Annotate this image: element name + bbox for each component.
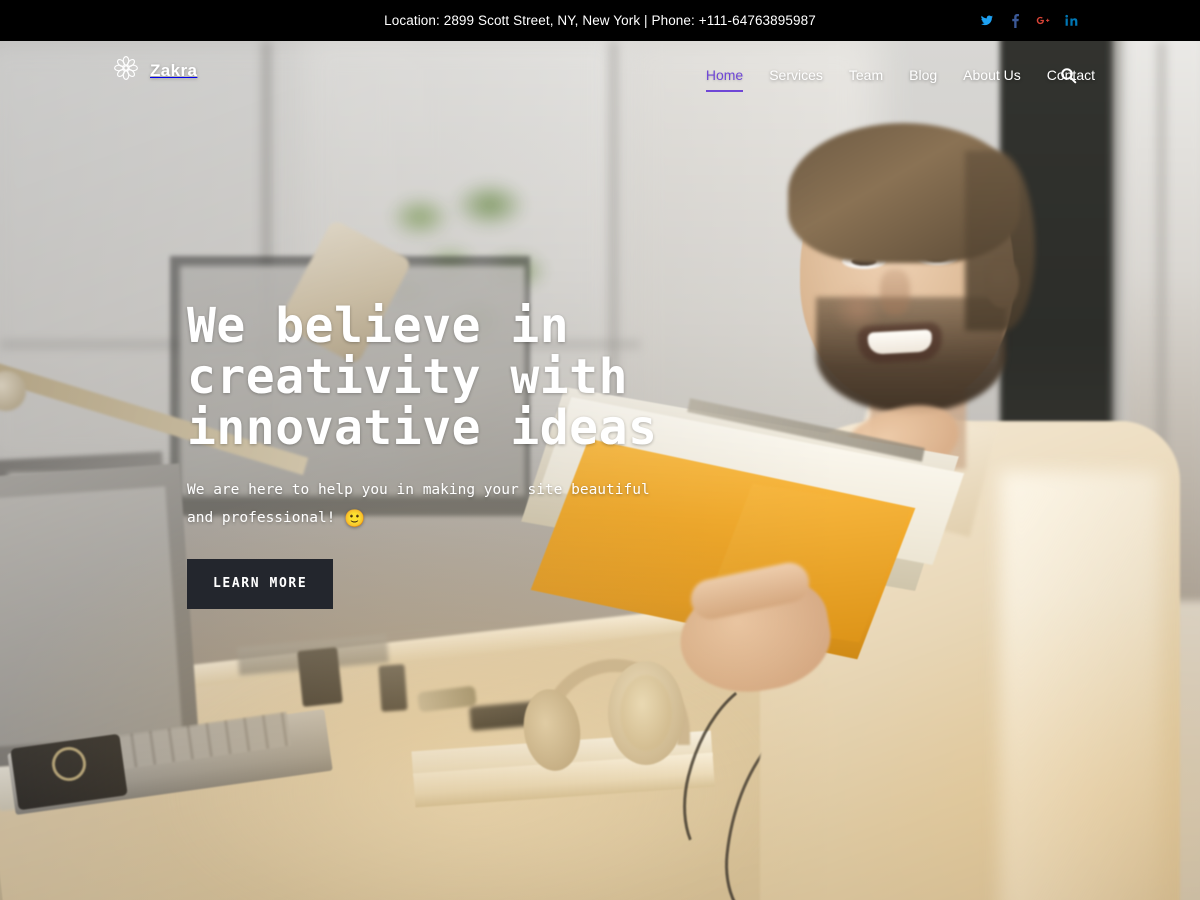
site-header: Zakra Home Services Team Blog About Us C… xyxy=(0,41,1200,111)
main-navigation: Home Services Team Blog About Us Contact xyxy=(693,63,1108,92)
nav-item-services[interactable]: Services xyxy=(756,63,836,87)
googleplus-icon[interactable] xyxy=(1036,13,1050,29)
site-logo[interactable]: Zakra xyxy=(113,55,197,86)
linkedin-icon[interactable] xyxy=(1064,13,1078,29)
nav-item-blog[interactable]: Blog xyxy=(896,63,950,87)
hero-content: We believe in creativity with innovative… xyxy=(187,301,827,609)
hero-title: We believe in creativity with innovative… xyxy=(187,298,658,456)
hero-banner: We believe in creativity with innovative… xyxy=(0,41,1200,900)
top-info-bar: Location: 2899 Scott Street, NY, New Yor… xyxy=(0,0,1200,41)
nav-item-home[interactable]: Home xyxy=(693,63,756,92)
page-root: Location: 2899 Scott Street, NY, New Yor… xyxy=(0,0,1200,900)
site-title: Zakra xyxy=(150,60,198,80)
search-icon[interactable] xyxy=(1056,63,1080,87)
social-links xyxy=(980,0,1078,41)
flower-icon xyxy=(113,55,139,86)
nav-item-about-us[interactable]: About Us xyxy=(950,63,1034,87)
hero-subtitle: We are here to help you in making your s… xyxy=(187,476,657,533)
twitter-icon[interactable] xyxy=(980,13,994,29)
hero-subtitle-text: We are here to help you in making your s… xyxy=(187,482,650,526)
nav-item-team[interactable]: Team xyxy=(836,63,896,87)
learn-more-button[interactable]: LEARN MORE xyxy=(187,559,334,609)
smiley-icon: 🙂 xyxy=(344,509,366,529)
facebook-icon[interactable] xyxy=(1008,13,1022,29)
